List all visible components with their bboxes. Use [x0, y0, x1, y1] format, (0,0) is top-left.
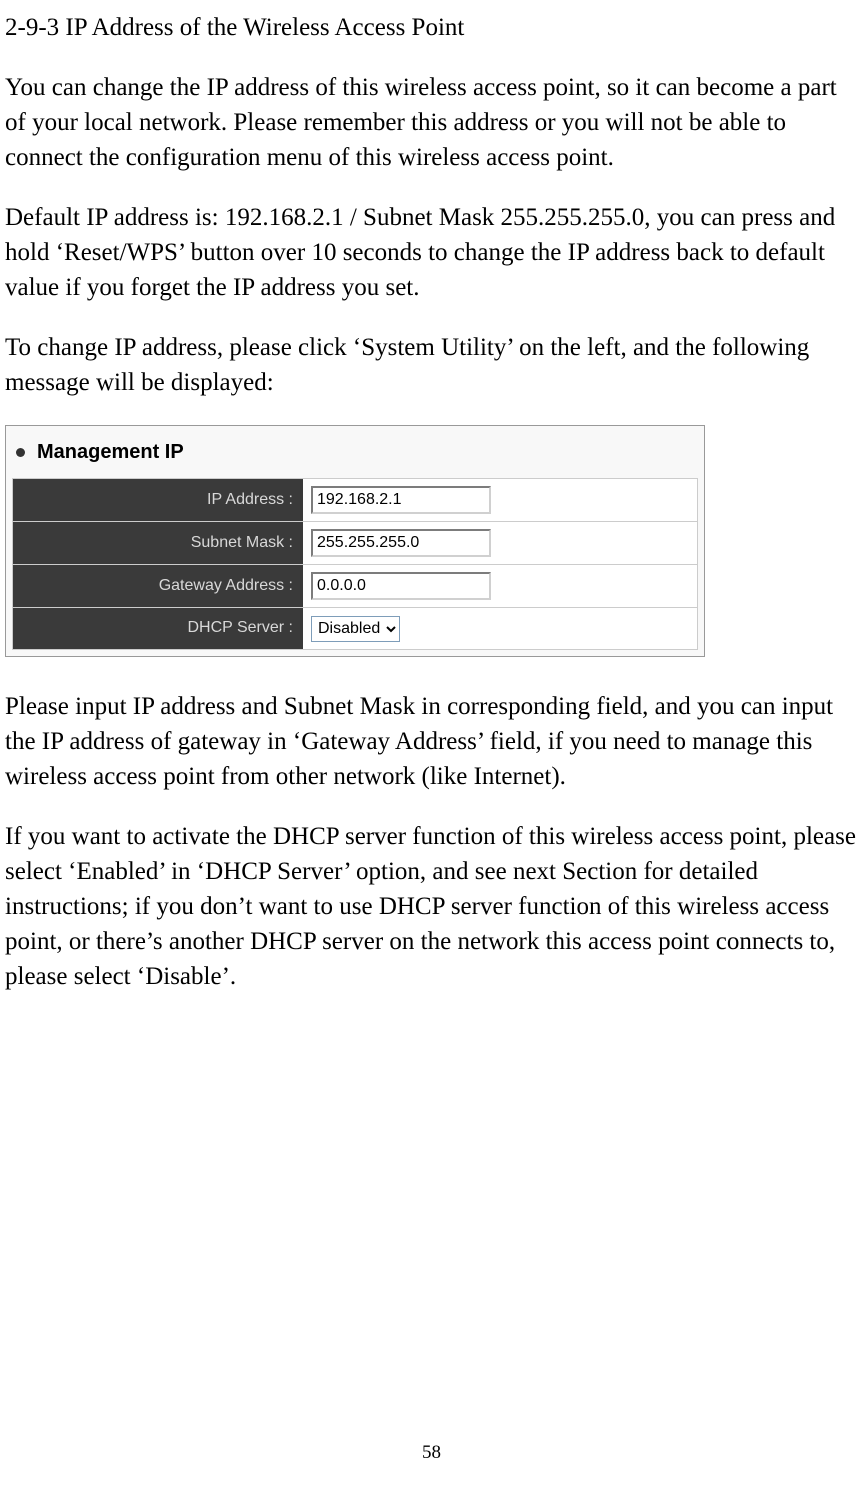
ip-address-input[interactable]	[311, 486, 491, 514]
paragraph-instruction: To change IP address, please click ‘Syst…	[5, 330, 858, 400]
label-subnet-mask: Subnet Mask :	[13, 522, 303, 564]
section-heading: 2-9-3 IP Address of the Wireless Access …	[5, 10, 858, 45]
gateway-address-input[interactable]	[311, 572, 491, 600]
value-cell-ip	[303, 479, 697, 521]
label-ip-address: IP Address :	[13, 479, 303, 521]
row-ip-address: IP Address :	[12, 478, 698, 521]
bullet-icon	[16, 448, 25, 457]
row-dhcp-server: DHCP Server : Disabled	[12, 607, 698, 650]
paragraph-default-ip: Default IP address is: 192.168.2.1 / Sub…	[5, 200, 858, 305]
panel-header: Management IP	[12, 432, 698, 478]
label-dhcp-server: DHCP Server :	[13, 608, 303, 649]
panel-title: Management IP	[37, 438, 184, 466]
value-cell-subnet	[303, 522, 697, 564]
paragraph-dhcp-instruction: If you want to activate the DHCP server …	[5, 819, 858, 994]
paragraph-input-instruction: Please input IP address and Subnet Mask …	[5, 689, 858, 794]
row-subnet-mask: Subnet Mask :	[12, 521, 698, 564]
value-cell-gateway	[303, 565, 697, 607]
page-number: 58	[422, 1440, 441, 1467]
row-gateway-address: Gateway Address :	[12, 564, 698, 607]
paragraph-intro: You can change the IP address of this wi…	[5, 70, 858, 175]
value-cell-dhcp: Disabled	[303, 608, 697, 649]
label-gateway-address: Gateway Address :	[13, 565, 303, 607]
dhcp-server-select[interactable]: Disabled	[311, 616, 400, 642]
management-ip-panel: Management IP IP Address : Subnet Mask :…	[5, 425, 705, 657]
subnet-mask-input[interactable]	[311, 529, 491, 557]
